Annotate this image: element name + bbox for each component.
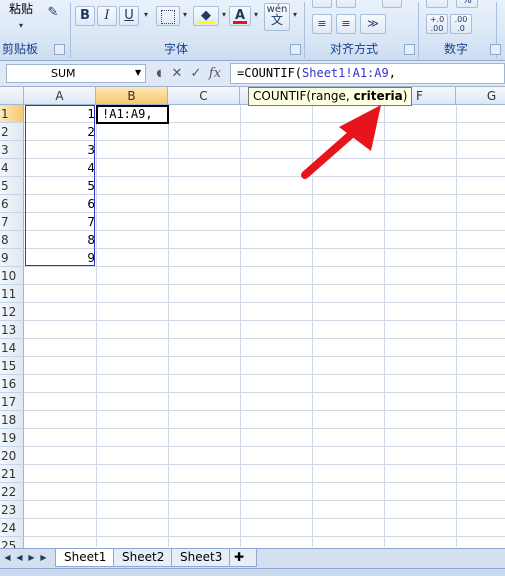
row-header-24[interactable]: 24 <box>0 519 24 537</box>
ribbon: 粘贴 ▾ ✎ B I U ▾ ▾ ◆ ▾ A ▾ wén 文 ▾ ≡ ≡ ≫ %… <box>0 0 505 61</box>
enter-check-icon[interactable]: ✓ <box>187 65 205 83</box>
clipboard-launcher-icon[interactable] <box>54 44 65 55</box>
row-header-21[interactable]: 21 <box>0 465 24 483</box>
formula-input[interactable]: =COUNTIF(Sheet1!A1:A9, <box>230 63 505 84</box>
formula-prefix: =COUNTIF( <box>237 66 303 80</box>
align-left-icon[interactable]: ≡ <box>312 14 332 34</box>
formula-suffix: , <box>388 66 396 80</box>
column-header-g[interactable]: G <box>456 87 505 105</box>
font-launcher-icon[interactable] <box>290 44 301 55</box>
row-header-8[interactable]: 8 <box>0 231 24 249</box>
row-header-5[interactable]: 5 <box>0 177 24 195</box>
formula-range-ref: Sheet1!A1:A9 <box>302 66 389 80</box>
format-painter-icon[interactable]: ✎ <box>42 4 64 24</box>
accounting-format-button[interactable] <box>426 0 448 8</box>
chevron-down-icon[interactable]: ▾ <box>142 6 150 24</box>
insert-function-icon[interactable]: fx <box>206 65 224 83</box>
row-header-7[interactable]: 7 <box>0 213 24 231</box>
row-header-22[interactable]: 22 <box>0 483 24 501</box>
fill-color-button[interactable]: ◆ <box>193 6 219 26</box>
orientation-icon[interactable]: ≫ <box>360 14 386 34</box>
row-header-9[interactable]: 9 <box>0 249 24 267</box>
underline-button[interactable]: U <box>119 6 139 26</box>
cancel-icon[interactable]: ✕ <box>168 65 186 83</box>
paste-label: 粘贴 <box>8 2 33 16</box>
worksheet-grid[interactable]: A B C D E F G 12345678910111213141516171… <box>0 87 505 555</box>
column-header-b[interactable]: B <box>96 87 168 105</box>
decrease-decimal-icon[interactable]: .00.0 <box>450 14 472 34</box>
last-sheet-icon[interactable]: ▶ <box>38 550 49 566</box>
chevron-down-icon[interactable]: ▾ <box>220 6 228 24</box>
increase-decimal-icon[interactable]: +.0.00 <box>426 14 448 34</box>
alignment-launcher-icon[interactable] <box>404 44 415 55</box>
chevron-down-icon[interactable]: ▾ <box>252 6 260 24</box>
select-all-corner[interactable] <box>0 87 24 105</box>
first-sheet-icon[interactable]: ◀ <box>2 550 13 566</box>
row-header-2[interactable]: 2 <box>0 123 24 141</box>
font-group-label: 字体 <box>163 42 188 56</box>
insert-sheet-icon[interactable]: ✚ <box>229 549 257 567</box>
row-header-19[interactable]: 19 <box>0 429 24 447</box>
name-box[interactable]: SUM <box>6 64 146 83</box>
sheet-tab-1[interactable]: Sheet1 <box>55 549 116 567</box>
range-selection-a1-a9 <box>25 105 95 266</box>
row-header-23[interactable]: 23 <box>0 501 24 519</box>
row-header-4[interactable]: 4 <box>0 159 24 177</box>
percent-button[interactable]: % <box>456 0 478 8</box>
row-header-6[interactable]: 6 <box>0 195 24 213</box>
borders-icon <box>161 10 175 24</box>
phonetic-button[interactable]: wén 文 <box>264 3 290 31</box>
borders-button[interactable] <box>156 6 180 26</box>
sheet-tab-2[interactable]: Sheet2 <box>113 549 174 567</box>
paste-button[interactable]: 粘贴 ▾ <box>2 0 40 38</box>
chevron-down-icon: ▾ <box>18 21 23 30</box>
align-center-icon[interactable]: ≡ <box>336 14 356 34</box>
row-header-14[interactable]: 14 <box>0 339 24 357</box>
row-header-17[interactable]: 17 <box>0 393 24 411</box>
row-header-3[interactable]: 3 <box>0 141 24 159</box>
row-header-13[interactable]: 13 <box>0 321 24 339</box>
clipboard-group-label: 剪贴板 <box>1 42 38 56</box>
number-launcher-icon[interactable] <box>490 44 501 55</box>
row-header-12[interactable]: 12 <box>0 303 24 321</box>
row-header-10[interactable]: 10 <box>0 267 24 285</box>
resize-handle-icon[interactable]: ◖ <box>150 65 168 83</box>
next-sheet-icon[interactable]: ▶ <box>26 550 37 566</box>
align-top-button[interactable] <box>312 0 332 8</box>
prev-sheet-icon[interactable]: ◀ <box>14 550 25 566</box>
chevron-down-icon[interactable]: ▼ <box>135 68 141 77</box>
active-cell-b1[interactable]: !A1:A9, <box>96 105 169 124</box>
row-header-11[interactable]: 11 <box>0 285 24 303</box>
row-header-18[interactable]: 18 <box>0 411 24 429</box>
column-header-c[interactable]: C <box>168 87 240 105</box>
red-arrow-icon <box>301 105 381 179</box>
number-group-label: 数字 <box>443 42 468 56</box>
row-header-15[interactable]: 15 <box>0 357 24 375</box>
alignment-group-label: 对齐方式 <box>329 42 378 56</box>
tooltip-close: ) <box>402 89 408 103</box>
font-color-button[interactable]: A <box>229 6 251 26</box>
chevron-down-icon[interactable]: ▾ <box>291 6 299 24</box>
bold-button[interactable]: B <box>75 6 95 26</box>
chevron-down-icon[interactable]: ▾ <box>181 6 189 24</box>
align-middle-button[interactable] <box>336 0 356 8</box>
column-header-a[interactable]: A <box>24 87 96 105</box>
sheet-tab-3[interactable]: Sheet3 <box>171 549 232 567</box>
row-header-1[interactable]: 1 <box>0 105 24 123</box>
row-header-20[interactable]: 20 <box>0 447 24 465</box>
cell-b1-text: !A1:A9, <box>102 107 153 121</box>
phonetic-sub-label: 文 <box>270 13 283 27</box>
align-bottom-button[interactable] <box>382 0 402 8</box>
italic-button[interactable]: I <box>97 6 117 26</box>
row-header-16[interactable]: 16 <box>0 375 24 393</box>
